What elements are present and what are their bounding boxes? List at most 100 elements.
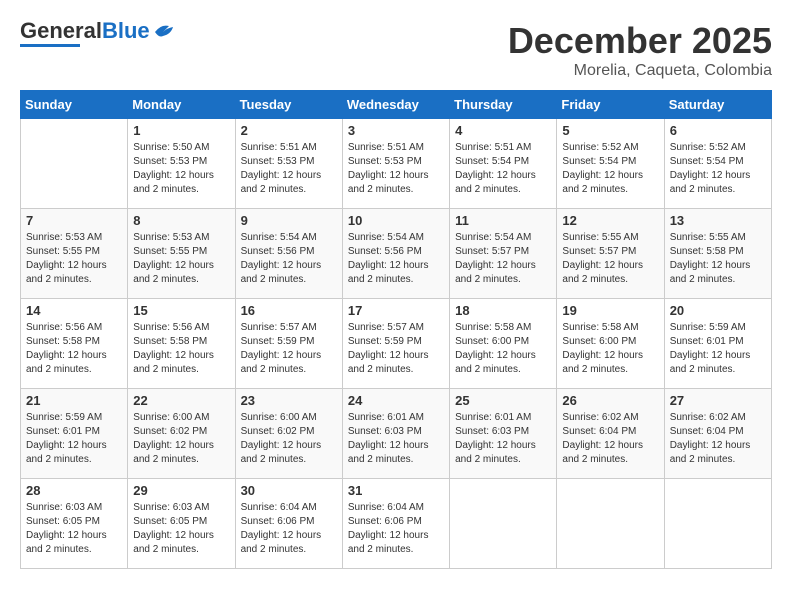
calendar-cell: 2 Sunrise: 5:51 AM Sunset: 5:53 PM Daylig… [235, 119, 342, 209]
calendar-cell: 10 Sunrise: 5:54 AM Sunset: 5:56 PM Dayli… [342, 209, 449, 299]
calendar-cell: 7 Sunrise: 5:53 AM Sunset: 5:55 PM Daylig… [21, 209, 128, 299]
day-number: 31 [348, 483, 444, 498]
day-info: Sunrise: 5:53 AM Sunset: 5:55 PM Dayligh… [26, 231, 122, 287]
day-info: Sunrise: 5:52 AM Sunset: 5:54 PM Dayligh… [670, 141, 766, 197]
calendar-cell: 30Sunrise: 6:04 AM Sunset: 6:06 PM Dayli… [235, 479, 342, 569]
day-info: Sunrise: 6:01 AM Sunset: 6:03 PM Dayligh… [348, 411, 444, 467]
day-number: 21 [26, 393, 122, 408]
day-info: Sunrise: 5:59 AM Sunset: 6:01 PM Dayligh… [26, 411, 122, 467]
calendar-week-3: 14 Sunrise: 5:56 AM Sunset: 5:58 PM Dayli… [21, 299, 772, 389]
calendar-cell: 29Sunrise: 6:03 AM Sunset: 6:05 PM Dayli… [128, 479, 235, 569]
logo-underline [20, 44, 80, 47]
day-info: Sunrise: 5:52 AM Sunset: 5:54 PM Dayligh… [562, 141, 658, 197]
calendar-cell: 26 Sunrise: 6:02 AM Sunset: 6:04 PM Dayli… [557, 389, 664, 479]
day-number: 7 [26, 213, 122, 228]
calendar-cell: 19 Sunrise: 5:58 AM Sunset: 6:00 PM Dayli… [557, 299, 664, 389]
day-number: 11 [455, 213, 551, 228]
calendar-cell: 9Sunrise: 5:54 AM Sunset: 5:56 PM Daylig… [235, 209, 342, 299]
calendar-cell: 17Sunrise: 5:57 AM Sunset: 5:59 PM Dayli… [342, 299, 449, 389]
day-number: 29 [133, 483, 229, 498]
day-info: Sunrise: 5:51 AM Sunset: 5:53 PM Dayligh… [348, 141, 444, 197]
day-number: 27 [670, 393, 766, 408]
day-number: 22 [133, 393, 229, 408]
day-info: Sunrise: 5:55 AM Sunset: 5:57 PM Dayligh… [562, 231, 658, 287]
day-info: Sunrise: 5:53 AM Sunset: 5:55 PM Dayligh… [133, 231, 229, 287]
calendar-week-4: 21 Sunrise: 5:59 AM Sunset: 6:01 PM Dayli… [21, 389, 772, 479]
calendar-cell [664, 479, 771, 569]
logo-text: GeneralBlue [20, 20, 150, 42]
calendar-cell: 14 Sunrise: 5:56 AM Sunset: 5:58 PM Dayli… [21, 299, 128, 389]
day-info: Sunrise: 5:50 AM Sunset: 5:53 PM Dayligh… [133, 141, 229, 197]
header-wednesday: Wednesday [342, 91, 449, 119]
calendar-table: SundayMondayTuesdayWednesdayThursdayFrid… [20, 90, 772, 569]
calendar-week-2: 7 Sunrise: 5:53 AM Sunset: 5:55 PM Daylig… [21, 209, 772, 299]
day-number: 4 [455, 123, 551, 138]
logo-blue-text: Blue [102, 18, 150, 43]
calendar-cell: 6 Sunrise: 5:52 AM Sunset: 5:54 PM Daylig… [664, 119, 771, 209]
day-number: 26 [562, 393, 658, 408]
day-number: 6 [670, 123, 766, 138]
header-thursday: Thursday [450, 91, 557, 119]
day-info: Sunrise: 5:54 AM Sunset: 5:57 PM Dayligh… [455, 231, 551, 287]
logo-general: General [20, 18, 102, 43]
calendar-cell: 22 Sunrise: 6:00 AM Sunset: 6:02 PM Dayli… [128, 389, 235, 479]
calendar-cell [21, 119, 128, 209]
day-info: Sunrise: 6:02 AM Sunset: 6:04 PM Dayligh… [670, 411, 766, 467]
day-number: 28 [26, 483, 122, 498]
day-number: 10 [348, 213, 444, 228]
calendar-cell: 13 Sunrise: 5:55 AM Sunset: 5:58 PM Dayli… [664, 209, 771, 299]
day-info: Sunrise: 6:04 AM Sunset: 6:06 PM Dayligh… [348, 501, 444, 557]
day-number: 15 [133, 303, 229, 318]
calendar-cell: 31 Sunrise: 6:04 AM Sunset: 6:06 PM Dayli… [342, 479, 449, 569]
day-number: 18 [455, 303, 551, 318]
calendar-week-1: 1 Sunrise: 5:50 AM Sunset: 5:53 PM Daylig… [21, 119, 772, 209]
header-monday: Monday [128, 91, 235, 119]
calendar-cell: 4Sunrise: 5:51 AM Sunset: 5:54 PM Daylig… [450, 119, 557, 209]
month-title: December 2025 [508, 20, 772, 62]
day-info: Sunrise: 6:01 AM Sunset: 6:03 PM Dayligh… [455, 411, 551, 467]
day-number: 1 [133, 123, 229, 138]
day-number: 13 [670, 213, 766, 228]
day-info: Sunrise: 5:55 AM Sunset: 5:58 PM Dayligh… [670, 231, 766, 287]
calendar-cell: 3 Sunrise: 5:51 AM Sunset: 5:53 PM Daylig… [342, 119, 449, 209]
calendar-cell [557, 479, 664, 569]
day-info: Sunrise: 6:00 AM Sunset: 6:02 PM Dayligh… [133, 411, 229, 467]
title-block: December 2025 Morelia, Caqueta, Colombia [508, 20, 772, 80]
day-number: 20 [670, 303, 766, 318]
day-info: Sunrise: 6:02 AM Sunset: 6:04 PM Dayligh… [562, 411, 658, 467]
day-number: 14 [26, 303, 122, 318]
day-number: 3 [348, 123, 444, 138]
day-number: 16 [241, 303, 337, 318]
calendar-cell: 5Sunrise: 5:52 AM Sunset: 5:54 PM Daylig… [557, 119, 664, 209]
calendar-cell: 1 Sunrise: 5:50 AM Sunset: 5:53 PM Daylig… [128, 119, 235, 209]
day-info: Sunrise: 5:56 AM Sunset: 5:58 PM Dayligh… [133, 321, 229, 377]
day-info: Sunrise: 6:03 AM Sunset: 6:05 PM Dayligh… [26, 501, 122, 557]
calendar-cell: 24 Sunrise: 6:01 AM Sunset: 6:03 PM Dayli… [342, 389, 449, 479]
day-info: Sunrise: 5:54 AM Sunset: 5:56 PM Dayligh… [348, 231, 444, 287]
day-info: Sunrise: 5:58 AM Sunset: 6:00 PM Dayligh… [455, 321, 551, 377]
calendar-cell: 18 Sunrise: 5:58 AM Sunset: 6:00 PM Dayli… [450, 299, 557, 389]
calendar-cell [450, 479, 557, 569]
calendar-cell: 12 Sunrise: 5:55 AM Sunset: 5:57 PM Dayli… [557, 209, 664, 299]
day-number: 12 [562, 213, 658, 228]
day-number: 17 [348, 303, 444, 318]
calendar-week-5: 28 Sunrise: 6:03 AM Sunset: 6:05 PM Dayli… [21, 479, 772, 569]
day-number: 8 [133, 213, 229, 228]
calendar-cell: 16Sunrise: 5:57 AM Sunset: 5:59 PM Dayli… [235, 299, 342, 389]
day-number: 25 [455, 393, 551, 408]
calendar-cell: 21 Sunrise: 5:59 AM Sunset: 6:01 PM Dayli… [21, 389, 128, 479]
day-info: Sunrise: 5:56 AM Sunset: 5:58 PM Dayligh… [26, 321, 122, 377]
day-number: 24 [348, 393, 444, 408]
day-info: Sunrise: 5:51 AM Sunset: 5:53 PM Dayligh… [241, 141, 337, 197]
header-tuesday: Tuesday [235, 91, 342, 119]
day-info: Sunrise: 5:59 AM Sunset: 6:01 PM Dayligh… [670, 321, 766, 377]
day-info: Sunrise: 5:54 AM Sunset: 5:56 PM Dayligh… [241, 231, 337, 287]
logo-bird-icon [153, 22, 175, 40]
calendar-cell: 15 Sunrise: 5:56 AM Sunset: 5:58 PM Dayli… [128, 299, 235, 389]
day-info: Sunrise: 5:58 AM Sunset: 6:00 PM Dayligh… [562, 321, 658, 377]
header-saturday: Saturday [664, 91, 771, 119]
calendar-cell: 27 Sunrise: 6:02 AM Sunset: 6:04 PM Dayli… [664, 389, 771, 479]
day-number: 19 [562, 303, 658, 318]
calendar-header-row: SundayMondayTuesdayWednesdayThursdayFrid… [21, 91, 772, 119]
day-number: 2 [241, 123, 337, 138]
